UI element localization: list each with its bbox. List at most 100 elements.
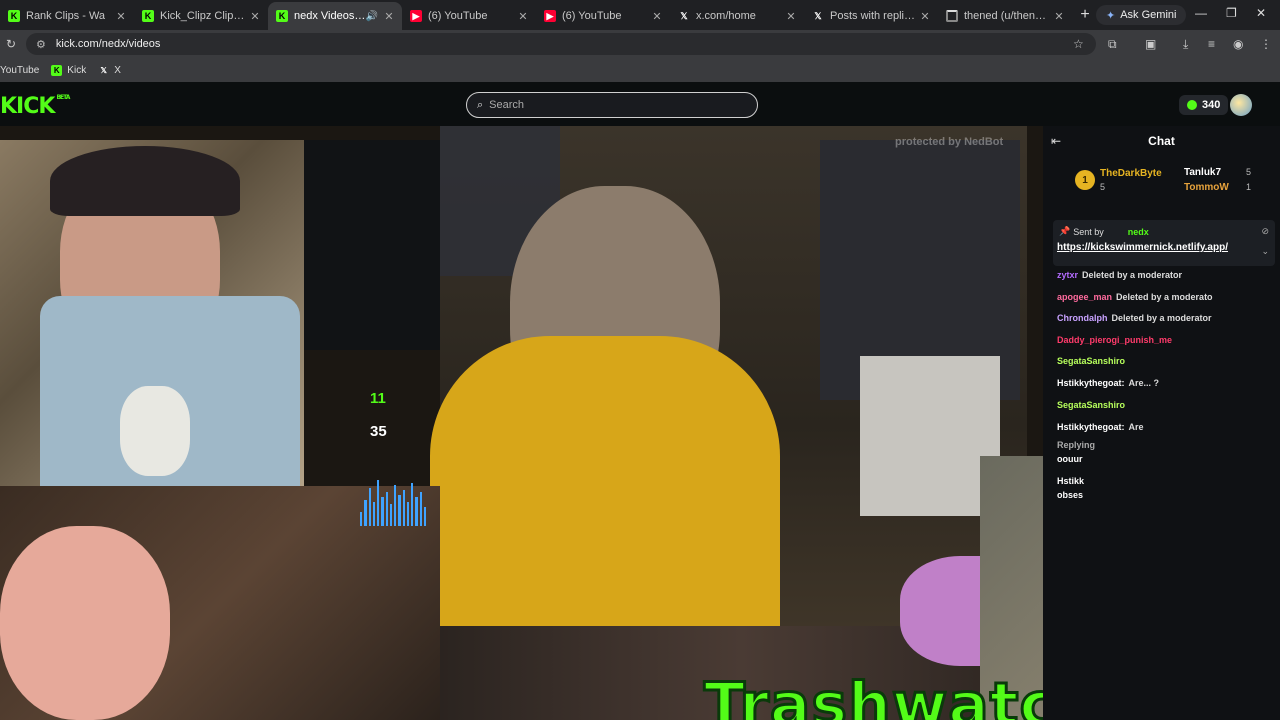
chat-username[interactable]: obses	[1057, 490, 1083, 500]
site-info-icon[interactable]: ⚙	[36, 38, 46, 51]
chat-username[interactable]: SegataSanshiro	[1057, 400, 1125, 410]
close-icon[interactable]: ✕	[114, 10, 128, 23]
kick-icon: K	[51, 64, 63, 76]
close-icon[interactable]: ✕	[650, 10, 664, 23]
chat-text: Deleted by a moderator	[1082, 270, 1183, 280]
chat-text: Deleted by a moderato	[1116, 292, 1213, 302]
tab-title: Posts with replies by Ti	[830, 10, 918, 22]
pin-icon: 📌	[1059, 226, 1071, 236]
chat-message[interactable]: obses	[1057, 490, 1087, 500]
speaker-icon[interactable]: 🔊	[366, 11, 378, 22]
chat-username[interactable]: apogee_man	[1057, 292, 1112, 302]
tab-title: Kick_Clipz Clips - Watc	[160, 10, 248, 22]
tab-youtube-1[interactable]: ▶ (6) YouTube ✕	[402, 2, 536, 30]
chat-message[interactable]: Daddy_pierogi_punish_me	[1057, 335, 1176, 345]
chat-message[interactable]: Hstikk	[1057, 476, 1088, 486]
pinned-header: 📌 Sent by nedx	[1059, 226, 1149, 237]
close-icon[interactable]: ✕	[918, 10, 932, 23]
chat-username[interactable]: Replying	[1057, 440, 1095, 450]
chat-message[interactable]: zytxr Deleted by a moderator	[1057, 270, 1182, 280]
chat-message[interactable]: oouur	[1057, 454, 1087, 464]
chat-message[interactable]: Hstikkythegoat: Are... ?	[1057, 378, 1159, 388]
bar	[423, 506, 426, 526]
sidepanel-icon[interactable]: ▣	[1145, 37, 1156, 51]
chat-username[interactable]: zytxr	[1057, 270, 1078, 280]
tab-kick-clipz[interactable]: K Kick_Clipz Clips - Watc ✕	[134, 2, 268, 30]
minimize-icon[interactable]: —	[1195, 6, 1207, 20]
kick-logo[interactable]: KICK BETA	[0, 94, 70, 119]
chat-username[interactable]: Hstikkythegoat:	[1057, 378, 1125, 388]
profile-icon[interactable]: ◉	[1233, 37, 1243, 51]
reading-list-icon[interactable]: ≡	[1208, 37, 1215, 51]
close-icon[interactable]: ✕	[516, 10, 530, 23]
chat-message[interactable]: Hstikkythegoat: Are	[1057, 422, 1144, 432]
tab-title: Rank Clips - Wa	[26, 10, 106, 22]
extensions-icon[interactable]: ⧉	[1108, 37, 1117, 52]
bar	[402, 490, 405, 526]
tab-reddit[interactable]: thened (u/thened) - Re ✕	[938, 2, 1072, 30]
youtube-icon: ▶	[410, 10, 422, 22]
close-icon[interactable]: ✕	[784, 10, 798, 23]
logo-text: KICK	[0, 94, 55, 119]
close-icon[interactable]: ✕	[382, 10, 396, 23]
bar	[389, 504, 392, 526]
search-input[interactable]: ⌕ Search	[466, 92, 758, 118]
menu-icon[interactable]: ⋮	[1260, 37, 1272, 51]
chat-username[interactable]: oouur	[1057, 454, 1083, 464]
video-player[interactable]: protected by NedBot 11 35 Trashwatch	[0, 126, 1043, 720]
bar	[360, 511, 363, 526]
tab-youtube-2[interactable]: ▶ (6) YouTube ✕	[536, 2, 670, 30]
unpin-icon[interactable]: ⊘	[1261, 226, 1269, 237]
bar	[411, 482, 414, 526]
tab-x-posts[interactable]: 𝕏 Posts with replies by Ti ✕	[804, 2, 938, 30]
maximize-icon[interactable]: ❐	[1226, 6, 1237, 20]
chat-message[interactable]: apogee_man Deleted by a moderato	[1057, 292, 1213, 302]
ask-gemini-button[interactable]: ✦ Ask Gemini	[1096, 5, 1187, 25]
chevron-down-icon[interactable]: ⌄	[1261, 246, 1269, 257]
close-icon[interactable]: ✕	[1052, 10, 1066, 23]
points-value: 340	[1202, 99, 1221, 111]
search-icon: ⌕	[477, 98, 484, 111]
chat-message[interactable]: SegataSanshiro	[1057, 400, 1129, 410]
stat-top-value: 11	[370, 390, 386, 407]
bar	[406, 502, 409, 526]
chat-message[interactable]: Replying	[1057, 440, 1099, 450]
tab-rank-clips[interactable]: K Rank Clips - Wa ✕	[0, 2, 134, 30]
leader-1-name[interactable]: TheDarkByte	[1100, 168, 1162, 179]
chat-username[interactable]: SegataSanshiro	[1057, 356, 1125, 366]
bookmark-kick[interactable]: K Kick	[51, 64, 86, 76]
chat-message[interactable]: SegataSanshiro	[1057, 356, 1129, 366]
points-badge[interactable]: 340	[1179, 95, 1229, 115]
watermark-text: protected by NedBot	[895, 136, 1004, 148]
pinned-sender[interactable]: nedx	[1128, 227, 1149, 237]
bookmark-label: X	[114, 64, 121, 76]
chat-username[interactable]: Hstikkythegoat:	[1057, 422, 1125, 432]
bar	[381, 497, 384, 526]
tab-nedx-videos[interactable]: K nedx Videos - Watc 🔊 ✕	[268, 2, 402, 30]
close-window-icon[interactable]: ✕	[1256, 6, 1266, 20]
chat-text: Are... ?	[1128, 378, 1160, 388]
new-tab-button[interactable]: +	[1072, 6, 1098, 24]
reload-icon[interactable]: ↻	[6, 37, 16, 51]
tab-title: nedx Videos - Watc	[294, 10, 366, 22]
chat-username[interactable]: Chrondalph	[1057, 313, 1108, 323]
user-avatar[interactable]	[1230, 94, 1252, 116]
bookmark-youtube[interactable]: YouTube	[0, 65, 39, 76]
leader-2-count: 5	[1246, 167, 1252, 177]
bookmark-x[interactable]: 𝕏 X	[98, 64, 121, 76]
tab-x-home[interactable]: 𝕏 x.com/home ✕	[670, 2, 804, 30]
chat-username[interactable]: Daddy_pierogi_punish_me	[1057, 335, 1172, 345]
chat-message[interactable]: Chrondalph Deleted by a moderator	[1057, 313, 1212, 323]
leader-3-name[interactable]: TommoW	[1184, 182, 1229, 193]
pinned-link[interactable]: https://kickswimmernick.netlify.app/	[1057, 242, 1228, 253]
close-icon[interactable]: ✕	[248, 10, 262, 23]
download-icon[interactable]: ⤓	[1183, 37, 1188, 52]
tab-strip: K Rank Clips - Wa ✕ K Kick_Clipz Clips -…	[0, 0, 1280, 30]
leader-2-name[interactable]: Tanluk7	[1184, 167, 1221, 178]
bookmark-star-icon[interactable]: ☆	[1073, 37, 1084, 51]
chat-username[interactable]: Hstikk	[1057, 476, 1084, 486]
pinned-message[interactable]: 📌 Sent by nedx https://kickswimmernick.n…	[1053, 220, 1275, 266]
address-bar[interactable]: ⚙ kick.com/nedx/videos	[26, 33, 1096, 55]
ask-gemini-label: Ask Gemini	[1120, 9, 1177, 21]
bald-man-face	[0, 526, 170, 720]
